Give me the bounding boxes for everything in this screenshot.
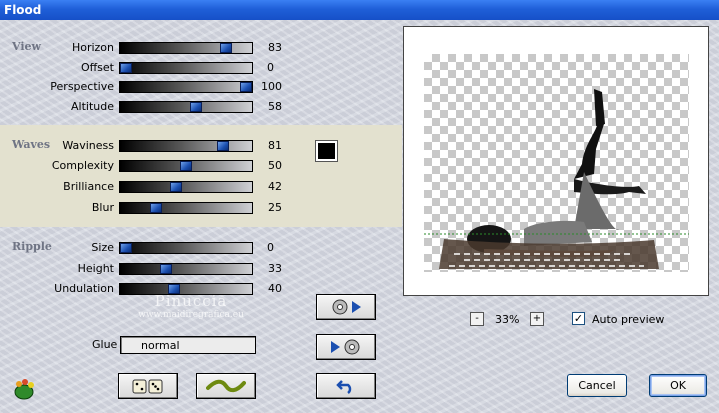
undulation-label: Undulation [54, 282, 114, 295]
auto-preview-label: Auto preview [592, 313, 665, 326]
blur-slider-thumb[interactable] [150, 203, 162, 213]
undo-icon [336, 380, 352, 394]
height-value[interactable]: 33 [258, 262, 282, 275]
height-label: Height [77, 262, 114, 275]
watermark: Pinuccia www.maidiregrafica.eu [126, 292, 256, 320]
load-preset-icon [331, 339, 360, 355]
dice-icon [132, 379, 163, 394]
waviness-slider-thumb[interactable] [217, 141, 229, 151]
altitude-label: Altitude [71, 100, 114, 113]
cancel-button[interactable]: Cancel [567, 374, 627, 397]
complexity-slider-thumb[interactable] [180, 161, 192, 171]
perspective-slider-thumb[interactable] [240, 82, 252, 92]
waviness-value[interactable]: 81 [258, 139, 282, 152]
glue-label: Glue [92, 338, 118, 351]
perspective-value[interactable]: 100 [258, 80, 282, 93]
offset-slider-thumb[interactable] [120, 63, 132, 73]
window-title: Flood [0, 0, 719, 20]
ok-button[interactable]: OK [649, 374, 707, 397]
auto-preview-checkbox[interactable]: ✓ [572, 312, 585, 325]
undulation-value[interactable]: 40 [258, 282, 282, 295]
offset-label: Offset [80, 61, 114, 74]
blur-slider[interactable] [119, 202, 253, 214]
altitude-slider[interactable] [119, 101, 253, 113]
app-logo-icon [12, 378, 36, 400]
offset-slider[interactable] [119, 62, 253, 74]
offset-value[interactable]: 0 [250, 61, 274, 74]
horizon-slider[interactable] [119, 42, 253, 54]
height-slider[interactable] [119, 263, 253, 275]
save-preset-icon [332, 299, 361, 315]
brilliance-label: Brilliance [63, 180, 114, 193]
randomize-button[interactable] [118, 373, 178, 399]
size-label: Size [91, 241, 114, 254]
watermark-url: www.maidiregrafica.eu [138, 310, 244, 320]
load-preset-button[interactable] [316, 334, 376, 360]
blur-value[interactable]: 25 [258, 201, 282, 214]
brilliance-value[interactable]: 42 [258, 180, 282, 193]
size-slider[interactable] [119, 242, 253, 254]
horizon-slider-thumb[interactable] [220, 43, 232, 53]
wave-icon [206, 379, 246, 393]
preview-image [424, 89, 689, 269]
height-slider-thumb[interactable] [160, 264, 172, 274]
perspective-slider[interactable] [119, 81, 253, 93]
zoom-out-button[interactable]: - [470, 312, 484, 326]
blur-label: Blur [91, 201, 114, 214]
horizon-value[interactable]: 83 [258, 41, 282, 54]
reset-button[interactable] [316, 373, 376, 399]
brilliance-slider[interactable] [119, 181, 253, 193]
preview-panel [403, 26, 709, 296]
waviness-label: Waviness [62, 139, 114, 152]
save-preset-button[interactable] [316, 294, 376, 320]
perspective-label: Perspective [50, 80, 114, 93]
brilliance-slider-thumb[interactable] [170, 182, 182, 192]
waves-color-swatch[interactable] [315, 140, 338, 162]
size-value[interactable]: 0 [250, 241, 274, 254]
complexity-label: Complexity [51, 159, 114, 172]
zoom-in-button[interactable]: + [530, 312, 544, 326]
altitude-slider-thumb[interactable] [190, 102, 202, 112]
altitude-value[interactable]: 58 [258, 100, 282, 113]
watermark-name: Pinuccia [154, 292, 228, 310]
horizon-label: Horizon [71, 41, 114, 54]
size-slider-thumb[interactable] [120, 243, 132, 253]
complexity-value[interactable]: 50 [258, 159, 282, 172]
waviness-slider[interactable] [119, 140, 253, 152]
wave-preset-button[interactable] [196, 373, 256, 399]
complexity-slider[interactable] [119, 160, 253, 172]
zoom-level: 33% [495, 313, 520, 326]
glue-select[interactable]: normal [120, 336, 256, 354]
